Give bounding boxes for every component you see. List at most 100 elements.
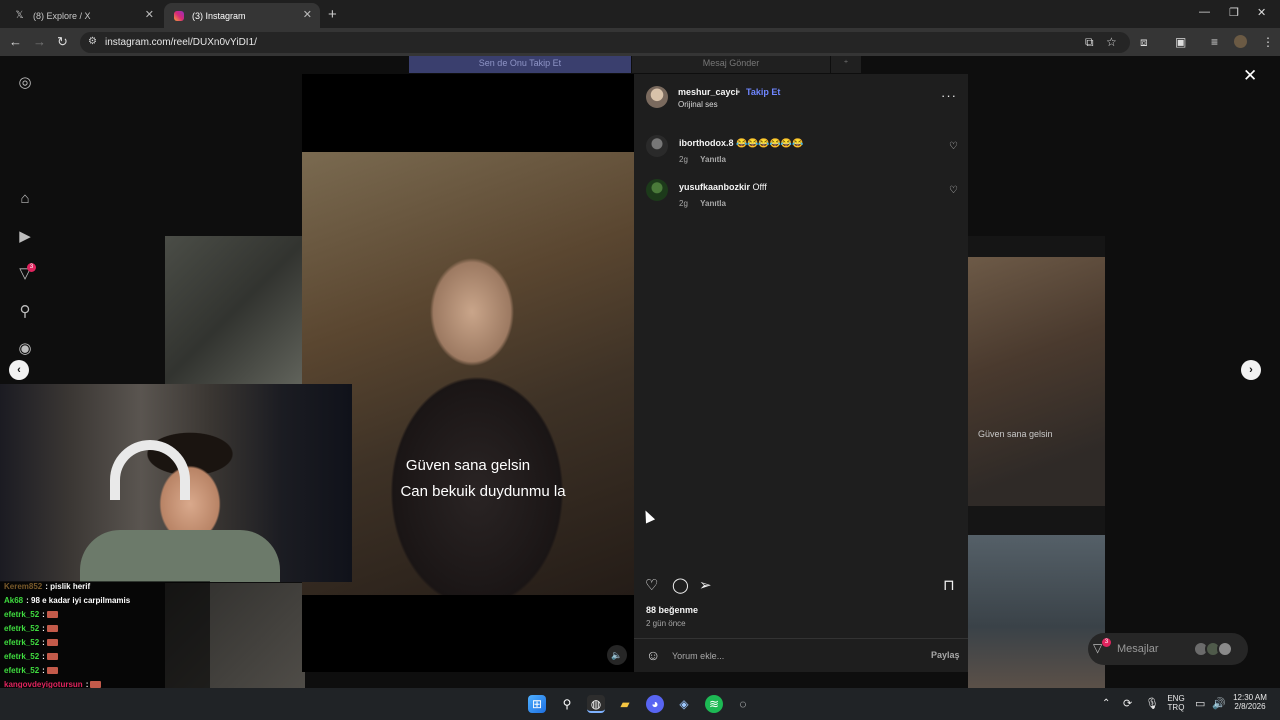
install-app-icon[interactable]: ⧉ [1085, 35, 1094, 50]
chat-emote-icon [46, 653, 58, 661]
original-audio-link[interactable]: Orijinal ses [678, 100, 718, 109]
next-post-caption: Güven sana gelsin [978, 429, 1053, 439]
menu-kebab-icon[interactable]: ⋮ [1262, 35, 1274, 49]
previous-post-preview[interactable] [165, 236, 305, 386]
reload-icon[interactable]: ↻ [57, 34, 68, 50]
chat-message: efetrk_52: [4, 652, 58, 661]
chat-message: efetrk_52: [4, 610, 58, 619]
owner-avatar[interactable] [646, 86, 668, 108]
explore-icon[interactable]: ◉ [16, 339, 34, 357]
webcam-shirt [80, 530, 280, 582]
instagram-icon [174, 10, 184, 21]
comment-avatar[interactable] [646, 179, 668, 201]
chrome-icon[interactable]: ◍ [587, 695, 605, 713]
next-post-preview-lower [968, 535, 1105, 688]
comment-item: iborthodox.8 😂😂😂😂😂😂 [679, 138, 803, 149]
tab-title: (8) Explore / X [33, 10, 91, 21]
language-indicator[interactable]: ENG TRQ [1164, 694, 1188, 712]
comment-input[interactable] [672, 649, 912, 663]
chat-message: efetrk_52: [4, 638, 58, 647]
save-bookmark-icon[interactable]: ⊓ [943, 576, 955, 594]
chat-username: efetrk_52 [4, 666, 40, 675]
language-code: ENG [1167, 694, 1185, 703]
tab-explore-x[interactable]: 𝕏 (8) Explore / X ✕ [4, 3, 162, 28]
tab-instagram[interactable]: (3) Instagram ✕ [164, 3, 320, 28]
messages-avatars [1193, 641, 1237, 657]
comment-like-heart-icon[interactable]: ♡ [949, 185, 958, 196]
likes-count[interactable]: 88 beğenme [646, 605, 698, 615]
divider [634, 638, 968, 639]
close-icon[interactable]: ✕ [1243, 66, 1257, 86]
back-icon[interactable]: ← [9, 34, 22, 49]
forward-icon[interactable]: → [33, 34, 46, 49]
microphone-icon[interactable]: 🎙 [1145, 697, 1159, 710]
like-heart-icon[interactable]: ♡ [645, 576, 658, 594]
minimize-button[interactable]: — [1199, 6, 1210, 18]
chat-text: : [42, 610, 45, 619]
discord-icon[interactable]: ◕ [646, 695, 664, 713]
media-control-icon[interactable]: ≡ [1211, 35, 1218, 49]
comment-like-heart-icon[interactable]: ♡ [949, 141, 958, 152]
tray-overflow-chevron-icon[interactable]: ⌃ [1102, 698, 1110, 709]
windows-start-icon[interactable]: ⊞ [528, 695, 546, 713]
chat-emote-icon [46, 667, 58, 675]
comment-username[interactable]: iborthodox.8 [679, 138, 734, 148]
clock-date: 2/8/2026 [1234, 702, 1266, 711]
post-comment-button[interactable]: Paylaş [931, 650, 960, 660]
window-close-button[interactable]: ✕ [1257, 6, 1266, 19]
chat-username: efetrk_52 [4, 610, 40, 619]
next-post-chevron-icon[interactable]: › [1241, 360, 1261, 380]
more-options-icon[interactable]: ··· [941, 88, 957, 103]
chat-message: efetrk_52: [4, 666, 58, 675]
follow-button[interactable]: Takip Et [746, 87, 780, 97]
avatar [1217, 641, 1233, 657]
file-explorer-icon[interactable]: ▰ [616, 695, 634, 713]
chat-message: efetrk_52: [4, 624, 58, 633]
chat-username: efetrk_52 [4, 638, 40, 647]
sidebar-icon[interactable]: ▣ [1175, 35, 1186, 49]
messages-badge: 3 [1102, 638, 1111, 647]
comment-username[interactable]: yusufkaanbozkir [679, 182, 750, 192]
home-icon[interactable]: ⌂ [16, 190, 34, 208]
spotify-icon[interactable]: ≋ [705, 695, 723, 713]
profile-avatar-icon[interactable] [1234, 35, 1247, 48]
volume-icon[interactable]: 🔊 [1212, 697, 1226, 710]
steam-icon[interactable]: ◈ [675, 695, 693, 713]
share-send-icon[interactable]: ➢ [699, 576, 712, 594]
extensions-icon[interactable]: ⧈ [1140, 35, 1148, 50]
add-user-icon[interactable]: ⁺ [831, 56, 861, 73]
tab-close-icon[interactable]: ✕ [303, 8, 312, 21]
comment-avatar[interactable] [646, 135, 668, 157]
bookmark-star-icon[interactable]: ☆ [1106, 35, 1117, 49]
comment-meta: 2g Yanıtla [679, 155, 726, 164]
new-tab-button[interactable]: + [328, 6, 337, 23]
app-with-badge-icon[interactable]: ◌ [734, 695, 752, 713]
chat-text: : [42, 638, 45, 647]
chat-username: efetrk_52 [4, 624, 40, 633]
reels-icon[interactable]: ▶ [16, 227, 34, 245]
taskbar-search-icon[interactable]: ⚲ [558, 695, 576, 713]
chat-message: Ak68: 98 e kadar iyi carpilmamis [4, 596, 130, 605]
reply-button[interactable]: Yanıtla [700, 155, 726, 164]
search-icon[interactable]: ⚲ [16, 302, 34, 320]
sync-icon[interactable]: ⟳ [1123, 697, 1132, 710]
display-icon[interactable]: ▭ [1195, 697, 1205, 710]
video-caption-line2: Can bekuik duydunmu la [400, 483, 566, 500]
emoji-icon[interactable]: ☺ [646, 647, 660, 663]
chat-text: : pislik herif [45, 582, 91, 591]
next-post-preview[interactable] [968, 257, 1105, 506]
url-text: instagram.com/reel/DUXn0vYiDI1/ [105, 37, 257, 48]
posted-time: 2 gün önce [646, 619, 686, 628]
clock[interactable]: 12:30 AM 2/8/2026 [1228, 693, 1272, 711]
site-info-icon[interactable]: ⚙ [88, 36, 97, 47]
reply-button[interactable]: Yanıtla [700, 199, 726, 208]
comment-bubble-icon[interactable]: ◯ [672, 576, 689, 594]
send-message-button[interactable]: Mesaj Gönder [632, 56, 830, 73]
owner-username[interactable]: meshur_cayci [678, 87, 738, 97]
previous-post-chevron-icon[interactable]: ‹ [9, 360, 29, 380]
instagram-logo-icon[interactable]: ◎ [16, 73, 34, 91]
maximize-button[interactable]: ❐ [1229, 6, 1239, 19]
tab-close-icon[interactable]: ✕ [145, 8, 154, 21]
mute-icon[interactable]: 🔈 [607, 645, 627, 665]
follow-back-button[interactable]: Sen de Onu Takip Et [409, 56, 631, 73]
